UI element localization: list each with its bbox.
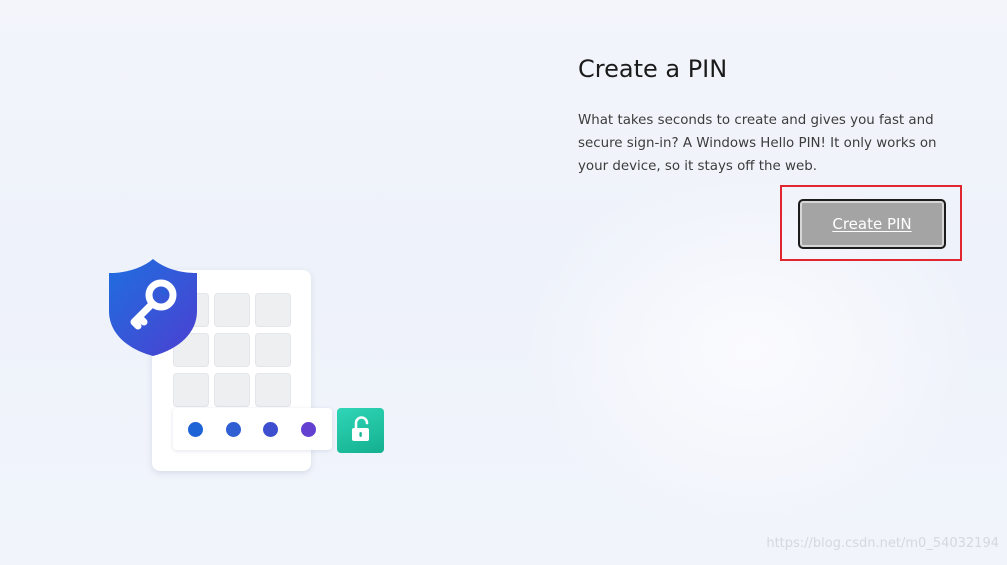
- pin-dot: [226, 422, 241, 437]
- watermark: https://blog.csdn.net/m0_54032194: [766, 536, 999, 551]
- keypad-key: [214, 333, 250, 367]
- page-description: What takes seconds to create and gives y…: [578, 113, 937, 174]
- pin-dot: [188, 422, 203, 437]
- page-title: Create a PIN: [578, 55, 728, 83]
- keypad-key: [255, 333, 291, 367]
- pin-dot: [301, 422, 316, 437]
- create-pin-button[interactable]: Create PIN: [798, 199, 946, 249]
- pin-dot: [263, 422, 278, 437]
- pin-dots-bar: [173, 408, 332, 450]
- keypad-key: [173, 373, 209, 407]
- pin-illustration: [100, 255, 400, 485]
- keypad-key: [255, 293, 291, 327]
- shield-key-icon: [105, 255, 201, 359]
- keypad-key: [255, 373, 291, 407]
- keypad-key: [214, 373, 250, 407]
- keypad-key: [214, 293, 250, 327]
- unlock-icon: [337, 408, 384, 453]
